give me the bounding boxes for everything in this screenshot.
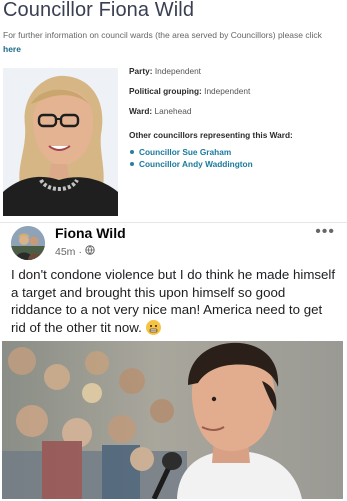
ward-info-link[interactable]: here	[3, 44, 21, 54]
councillor-profile: Councillor Fiona Wild For further inform…	[0, 0, 347, 222]
post-body: I don't condone violence but I do think …	[11, 266, 337, 336]
avatar-image	[11, 226, 45, 260]
page-title: Councillor Fiona Wild	[3, 0, 195, 21]
ward-info-sentence: For further information on council wards…	[3, 30, 322, 40]
councillor-portrait	[3, 68, 118, 216]
ward-row: Ward: Lanehead	[129, 106, 344, 126]
list-item: Councillor Andy Waddington	[130, 158, 344, 170]
grouping-row: Political grouping: Independent	[129, 86, 344, 106]
post-text: I don't condone violence but I do think …	[11, 267, 336, 335]
councillor-portrait-image	[3, 68, 118, 216]
post-meta: 45m ·	[55, 245, 95, 258]
councillor-link[interactable]: Councillor Andy Waddington	[139, 159, 253, 169]
ward-label: Ward:	[129, 106, 153, 116]
party-value: Independent	[154, 66, 201, 76]
avatar[interactable]	[11, 226, 45, 260]
post-author[interactable]: Fiona Wild	[55, 225, 126, 241]
bullet-icon	[130, 150, 134, 154]
party-row: Party: Independent	[129, 66, 344, 86]
grouping-label: Political grouping:	[129, 86, 202, 96]
grimace-emoji-icon	[145, 319, 161, 335]
party-label: Party:	[129, 66, 153, 76]
bullet-icon	[130, 162, 134, 166]
globe-icon	[85, 245, 95, 258]
councillor-details: Party: Independent Political grouping: I…	[129, 66, 344, 170]
ward-value: Lanehead	[154, 106, 192, 116]
post-photo[interactable]	[2, 341, 343, 499]
councillor-link[interactable]: Councillor Sue Graham	[139, 147, 231, 157]
other-councillors-heading: Other councillors representing this Ward…	[129, 130, 293, 140]
post-photo-image	[2, 341, 343, 499]
other-councillors-list: Councillor Sue Graham Councillor Andy Wa…	[129, 146, 344, 170]
social-post: Fiona Wild 45m · ••• I don't condone vio…	[0, 222, 347, 501]
grouping-value: Independent	[204, 86, 251, 96]
post-time[interactable]: 45m	[55, 246, 75, 258]
ward-info-text: For further information on council wards…	[3, 28, 323, 56]
list-item: Councillor Sue Graham	[130, 146, 344, 158]
meta-separator: ·	[78, 245, 82, 258]
more-options-icon[interactable]: •••	[315, 223, 335, 241]
